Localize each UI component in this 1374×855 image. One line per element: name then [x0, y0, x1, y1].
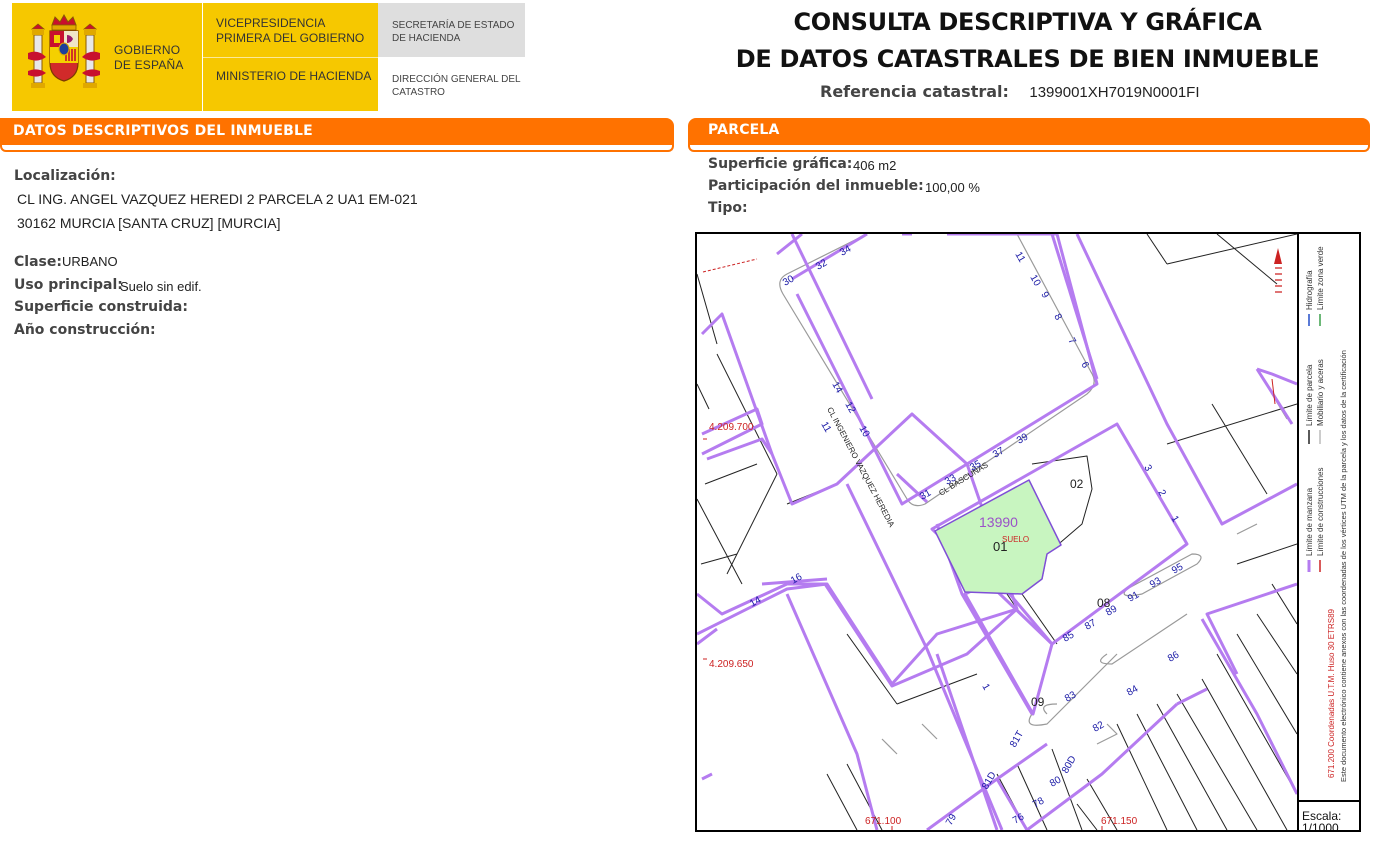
parcel-suelo: SUELO — [1002, 535, 1029, 544]
house-number: 91 — [1126, 589, 1142, 604]
subparcel-09: 09 — [1031, 695, 1045, 709]
page-title-line2: DE DATOS CATASTRALES DE BIEN INMUEBLE — [735, 45, 1320, 73]
coat-of-arms-icon — [28, 13, 100, 88]
legend-parcela-label: Límite de parcela — [1305, 364, 1314, 426]
cadastral-map-drawing: 4.209.700 4.209.650 671.100 671.150 1399… — [697, 234, 1297, 830]
parcel-number: 13990 — [979, 514, 1018, 530]
localizacion-label: Localización: — [14, 168, 116, 184]
institutional-logo: GOBIERNO DE ESPAÑA VICEPRESIDENCIA PRIME… — [12, 3, 525, 111]
house-number: 78 — [1031, 795, 1047, 810]
tipo-label: Tipo: — [708, 200, 748, 216]
house-number: 2 — [1155, 488, 1168, 499]
legend-coords-note: 671.200 Coordenadas U.T.M. Huso 30 ETRS8… — [1327, 608, 1336, 778]
legend-construcciones-label: Límite de construcciones — [1316, 468, 1325, 557]
vicepresidencia-text: VICEPRESIDENCIA PRIMERA DEL GOBIERNO — [216, 16, 365, 45]
legend-hidrografia-label: Hidrografía — [1305, 270, 1314, 310]
parcela-section-header: PARCELA — [688, 118, 1370, 152]
direccion-text: DIRECCIÓN GENERAL DEL CATASTRO — [392, 74, 521, 98]
anio-construccion-label: Año construcción: — [14, 322, 156, 338]
coord-y2: 4.209.650 — [709, 659, 754, 670]
house-number: 85 — [1061, 629, 1077, 644]
uso-principal-label: Uso principal: — [14, 277, 123, 293]
house-number: 11 — [818, 420, 833, 435]
house-number: 34 — [838, 243, 854, 258]
referencia-label: Referencia catastral: — [820, 82, 1009, 101]
house-number: 84 — [1125, 683, 1141, 698]
parcela-bar-underline — [688, 145, 1370, 152]
map-legend-drawing: Límite de manzana Límite de parcela Hidr… — [1305, 246, 1348, 782]
clase-value: URBANO — [62, 254, 118, 269]
house-number: 95 — [1170, 561, 1186, 576]
descriptivos-title: DATOS DESCRIPTIVOS DEL INMUEBLE — [13, 123, 313, 139]
parcela-bar — [688, 118, 1370, 145]
house-number: 1 — [979, 682, 992, 693]
house-number: 80D — [1060, 754, 1079, 775]
house-number: 9 — [1038, 290, 1051, 301]
legend-zona-verde-label: Límite zona verde — [1316, 246, 1325, 310]
coord-x1: 671.100 — [865, 816, 902, 827]
house-number: 10 — [1027, 273, 1042, 289]
participacion-label: Participación del inmueble: — [708, 178, 924, 194]
house-number: 82 — [1091, 719, 1107, 734]
referencia-value: 1399001XH7019N0001FI — [1029, 84, 1200, 101]
superficie-construida-label: Superficie construida: — [14, 299, 188, 315]
house-number: 86 — [1166, 649, 1182, 664]
scale-value: 1/1000 — [1302, 821, 1339, 832]
house-number: 81T — [1008, 729, 1026, 749]
clase-label: Clase: — [14, 254, 62, 270]
page-title-line1: CONSULTA DESCRIPTIVA Y GRÁFICA — [793, 8, 1262, 36]
cadastral-map: 4.209.700 4.209.650 671.100 671.150 1399… — [695, 232, 1361, 832]
subparcel-02: 02 — [1070, 477, 1084, 491]
house-number: 83 — [1063, 689, 1079, 704]
map-scale: Escala: 1/1000 — [1297, 800, 1359, 832]
house-number: 8 — [1051, 312, 1064, 323]
legend-mobiliario-label: Mobiliario y aceras — [1316, 359, 1325, 426]
parcela-title: PARCELA — [708, 122, 780, 138]
localizacion-line1: CL ING. ANGEL VAZQUEZ HEREDI 2 PARCELA 2… — [17, 191, 418, 207]
coord-x2: 671.150 — [1101, 816, 1138, 827]
target-parcel — [934, 479, 1062, 595]
uso-principal-value: Suelo sin edif. — [120, 279, 202, 294]
legend-disclaimer: Este documento electrónico contiene anex… — [1339, 350, 1348, 782]
map-legend: Límite de manzana Límite de parcela Hidr… — [1297, 234, 1359, 800]
gobierno-text: GOBIERNO DE ESPAÑA — [114, 43, 184, 72]
legend-manzana-label: Límite de manzana — [1305, 487, 1314, 556]
descriptivos-bar-underline — [0, 145, 674, 152]
superficie-grafica-label: Superficie gráfica: — [708, 156, 853, 172]
localizacion-line2: 30162 MURCIA [SANTA CRUZ] [MURCIA] — [17, 215, 281, 231]
referencia-catastral: Referencia catastral: 1399001XH7019N0001… — [820, 82, 1200, 104]
house-number: 80 — [1048, 774, 1064, 789]
house-number: 3 — [1141, 463, 1154, 474]
descriptivos-section-header: DATOS DESCRIPTIVOS DEL INMUEBLE — [0, 118, 674, 152]
logo-separator-horizontal — [202, 57, 378, 58]
coord-y1: 4.209.700 — [709, 422, 754, 433]
house-number: 93 — [1148, 575, 1164, 590]
secretaria-text: SECRETARÍA DE ESTADO DE HACIENDA — [392, 20, 515, 44]
superficie-grafica-value: 406 m2 — [853, 158, 897, 173]
page-title: CONSULTA DESCRIPTIVA Y GRÁFICA DE DATOS … — [715, 4, 1340, 78]
ministerio-text: MINISTERIO DE HACIENDA — [216, 69, 372, 83]
north-arrow-icon — [1274, 248, 1282, 293]
participacion-value: 100,00 % — [925, 180, 980, 195]
house-number: 11 — [1012, 250, 1027, 265]
house-number: 30 — [781, 273, 797, 288]
